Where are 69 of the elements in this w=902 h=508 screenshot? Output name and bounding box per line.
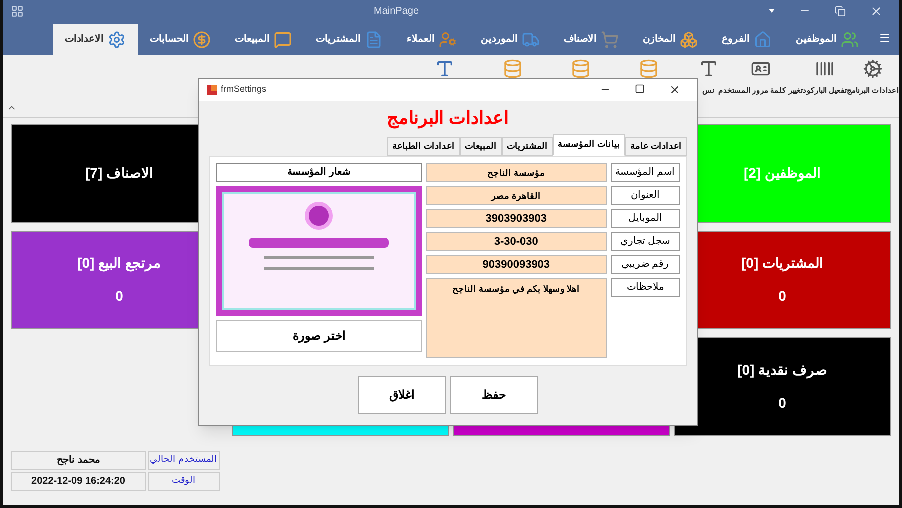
dialog-tab[interactable]: المبيعات	[460, 137, 502, 156]
tab-icon	[841, 30, 859, 48]
input-field[interactable]: 3-30-030	[426, 232, 607, 251]
field-label: سجل تجاري	[610, 232, 680, 251]
ribbon-tab[interactable]: الموردين	[469, 24, 552, 55]
tile-title: صرف نقدية [0]	[738, 360, 828, 381]
ribbon-tab[interactable]: العملاء	[395, 24, 469, 55]
tab-icon	[522, 30, 540, 48]
app-icon	[11, 4, 24, 18]
tile-value: 0	[778, 394, 786, 413]
ribbon-button-icon	[698, 59, 719, 79]
tab-icon	[193, 30, 211, 48]
dialog-heading: اعدادات البرنامج	[386, 107, 509, 131]
status-value: محمد ناجح	[11, 450, 146, 470]
ribbon-tab[interactable]: المخازن	[631, 24, 710, 55]
database-icon[interactable]	[638, 59, 659, 79]
database-icon[interactable]	[570, 59, 591, 79]
dropdown-arrow-icon[interactable]	[769, 9, 775, 13]
dialog-tab[interactable]: بيانات المؤسسة	[552, 134, 626, 156]
status-label: المستخدم الحالي	[148, 450, 220, 470]
input-field[interactable]: 90390093903	[426, 255, 607, 274]
tab-icon	[365, 30, 383, 48]
dialog-tab[interactable]: اعدادات الطباعة	[387, 137, 460, 156]
field-label: ملاحظات	[610, 278, 680, 297]
tab-icon	[680, 30, 698, 48]
dialog-tab[interactable]: اعدادات عامة	[625, 137, 687, 156]
ribbon-tab[interactable]: المشتريات	[304, 24, 395, 55]
tab-icon	[274, 30, 292, 48]
ribbon-button-icon	[862, 59, 883, 79]
ribbon-tab[interactable]: الاصناف	[552, 24, 631, 55]
dialog-tab[interactable]: المشتريات	[502, 137, 553, 156]
font-icon[interactable]	[434, 59, 455, 79]
tab-icon	[601, 30, 619, 48]
input-field[interactable]: القاهرة مصر	[426, 186, 607, 205]
tile-title: مرتجع البيع [0]	[78, 254, 162, 274]
field-label: رقم ضريبي	[610, 255, 680, 274]
window-title: MainPage	[372, 4, 420, 18]
ribbon-tab[interactable]: الحسابات	[138, 24, 223, 55]
logo-label: شعار المؤسسة	[216, 163, 422, 182]
tile-value: 0	[116, 286, 124, 306]
tile-title: المشتريات [0]	[741, 254, 824, 274]
field-label: الموبايل	[610, 209, 680, 228]
tile-title: الاصناف [7]	[85, 164, 154, 183]
maximize-icon[interactable]	[635, 84, 645, 94]
status-label: الوقت	[148, 472, 220, 490]
database-icon[interactable]	[502, 59, 523, 79]
restore-icon[interactable]	[835, 6, 846, 16]
choose-image-button[interactable]: اختر صورة	[216, 320, 422, 352]
dialog-title: frmSettings	[221, 83, 268, 96]
dialog-button[interactable]: حفظ	[450, 376, 538, 414]
tab-icon	[108, 30, 126, 48]
menu-icon[interactable]	[879, 32, 891, 44]
tile-title: الموظفين [2]	[744, 164, 822, 184]
tab-icon	[754, 30, 772, 48]
form-icon	[207, 85, 217, 95]
notes-field[interactable]: اهلا وسهلا بكم في مؤسسة الناجح	[426, 278, 607, 358]
ribbon-tab[interactable]: المبيعات	[223, 24, 304, 55]
tile-value: 0	[778, 286, 786, 306]
input-field[interactable]: مؤسسة الناجح	[426, 163, 607, 182]
field-label: اسم المؤسسة	[610, 163, 680, 182]
ribbon-tab[interactable]: الاعدادات	[53, 24, 138, 55]
dialog-button[interactable]: اغلاق	[358, 376, 446, 414]
status-value: 2022-12-09 16:24:20	[11, 472, 146, 490]
tab-icon	[439, 30, 457, 48]
input-field[interactable]: 3903903903	[426, 209, 607, 228]
close-icon[interactable]	[669, 84, 681, 96]
ribbon-tab[interactable]: الفروع	[710, 24, 784, 55]
field-label: العنوان	[610, 186, 680, 205]
ribbon-tab[interactable]: الموظفين	[784, 24, 871, 55]
